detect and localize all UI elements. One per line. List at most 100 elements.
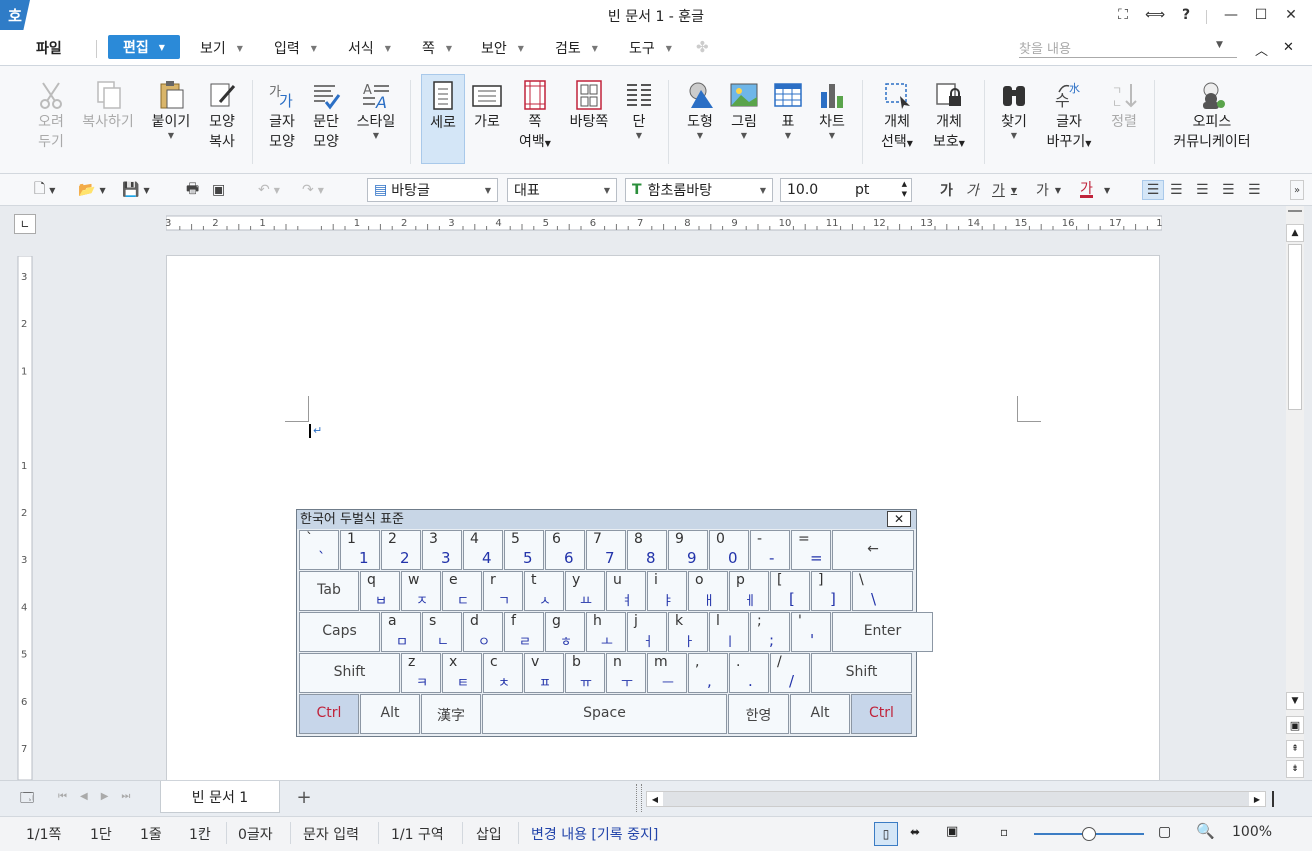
style-button[interactable]: AA 스타일 ▼ — [352, 74, 400, 166]
search-dropdown-icon[interactable]: ▼ — [1216, 40, 1223, 50]
keyboard-key[interactable]: 00 — [709, 530, 749, 570]
keyboard-key[interactable]: ,, — [688, 653, 728, 693]
splitter-handle[interactable] — [636, 784, 642, 812]
object-protect-button[interactable]: 개체 보호▼ — [926, 74, 972, 166]
tab-document[interactable]: 빈 문서 1 — [160, 781, 280, 813]
keyboard-key[interactable]: bㅠ — [565, 653, 605, 693]
language-combo[interactable]: 대표 ▼ — [507, 178, 617, 202]
page-view-button[interactable]: ▯ — [874, 822, 898, 846]
keyboard-title[interactable]: 한국어 두벌식 표준 — [297, 510, 916, 529]
menu-edit[interactable]: 편집 ▼ — [108, 35, 180, 59]
keyboard-key[interactable]: ;; — [750, 612, 790, 652]
zoom-in-icon[interactable]: ▢ — [1158, 824, 1171, 840]
keyboard-key[interactable]: 22 — [381, 530, 421, 570]
chevron-down-icon[interactable]: ▼ — [1104, 180, 1110, 200]
zoom-slider-thumb[interactable] — [1082, 827, 1096, 841]
horizontal-scrollbar[interactable]: ◀ ▶ — [646, 791, 1266, 807]
menu-view[interactable]: 보기 ▼ — [200, 36, 243, 60]
keyboard-key[interactable]: uㅕ — [606, 571, 646, 611]
minimize-button[interactable]: — — [1218, 4, 1244, 26]
vertical-scrollbar[interactable]: ▲ ▼ ▣ ⇞ ⇟ — [1286, 206, 1304, 780]
keyboard-key[interactable]: Shift — [299, 653, 400, 693]
bold-button[interactable]: 가 — [940, 180, 953, 200]
page-view-icon[interactable]: ▣ — [1286, 716, 1304, 734]
onscreen-keyboard[interactable]: 한국어 두벌식 표준 ✕ ` ` 1 1 2 2 3 3 4 4 5 5 6 6 7 7 8 8 9 9 0 0- - = = ←… — [296, 509, 933, 737]
keyboard-key[interactable]: Alt — [360, 694, 420, 734]
font-color-button[interactable]: 가 — [1080, 180, 1093, 198]
keyboard-key[interactable]: 한영 — [728, 694, 789, 734]
keyboard-key[interactable]: 66 — [545, 530, 585, 570]
search-input[interactable]: 찾을 내용 — [1019, 36, 1237, 58]
menu-tools[interactable]: 도구 ▼ — [629, 36, 672, 60]
keyboard-key[interactable]: = = — [791, 530, 831, 570]
keyboard-key[interactable]: lㅣ — [709, 612, 749, 652]
keyboard-key[interactable]: dㅇ — [463, 612, 503, 652]
split-handle-icon[interactable] — [1272, 791, 1282, 807]
keyboard-key[interactable]: qㅂ — [360, 571, 400, 611]
keyboard-key[interactable]: gㅎ — [545, 612, 585, 652]
align-justify-button[interactable]: ☰ — [1142, 180, 1164, 200]
keyboard-key[interactable]: nㅜ — [606, 653, 646, 693]
keyboard-key[interactable]: jㅓ — [627, 612, 667, 652]
split-icon[interactable]: ⟺ — [1142, 4, 1168, 26]
shape-copy-button[interactable]: 모양 복사 — [200, 74, 244, 166]
keyboard-key[interactable]: ← — [832, 530, 914, 570]
vertical-ruler[interactable]: 3 2 1 1 2 3 4 5 6 7 — [16, 255, 34, 781]
split-handle[interactable] — [1288, 210, 1302, 216]
save-icon[interactable]: 💾 ▼ — [122, 180, 150, 200]
add-tab-button[interactable]: + — [290, 786, 318, 808]
keyboard-key[interactable]: 33 — [422, 530, 462, 570]
keyboard-key[interactable]: Caps — [299, 612, 380, 652]
object-select-button[interactable]: 개체 선택▼ — [874, 74, 920, 166]
keyboard-key[interactable]: 88 — [627, 530, 667, 570]
font-combo[interactable]: T 함초롬바탕 ▼ — [625, 178, 773, 202]
shape-button[interactable]: 도형 ▼ — [680, 74, 720, 166]
size-stepper-icon[interactable]: ▲ ▼ — [902, 179, 907, 199]
keyboard-key[interactable]: 11 — [340, 530, 380, 570]
keyboard-key[interactable]: [[ — [770, 571, 810, 611]
keyboard-close-button[interactable]: ✕ — [887, 511, 911, 527]
undo-icon[interactable]: ↶ ▼ — [258, 180, 280, 200]
table-button[interactable]: 표 ▼ — [770, 74, 806, 166]
keyboard-key[interactable]: eㄷ — [442, 571, 482, 611]
keyboard-key[interactable]: Ctrl — [299, 694, 359, 734]
scroll-right-icon[interactable]: ▶ — [1249, 792, 1265, 806]
picture-button[interactable]: 그림 ▼ — [726, 74, 762, 166]
keyboard-key[interactable]: Space — [482, 694, 727, 734]
close-button[interactable]: ✕ — [1278, 4, 1304, 26]
page-margin-button[interactable]: 쪽 여백▼ — [512, 74, 558, 166]
prev-page-icon[interactable]: ⇞ — [1286, 740, 1304, 758]
cut-button[interactable]: 오려 두기 — [30, 74, 72, 166]
align-right-button[interactable]: ☰ — [1222, 180, 1235, 200]
keyboard-key[interactable]: Tab — [299, 571, 359, 611]
keyboard-key[interactable]: 漢字 — [421, 694, 481, 734]
align-center-button[interactable]: ☰ — [1196, 180, 1209, 200]
ruler-corner-icon[interactable]: ∟ — [14, 214, 36, 234]
keyboard-key[interactable]: ' ' — [791, 612, 831, 652]
magnifier-icon[interactable]: 🔍 — [1196, 822, 1215, 840]
column-button[interactable]: 단 ▼ — [620, 74, 658, 166]
keyboard-key[interactable]: .. — [729, 653, 769, 693]
maximize-button[interactable]: ☐ — [1248, 4, 1274, 26]
keyboard-key[interactable]: wㅈ — [401, 571, 441, 611]
redo-icon[interactable]: ↷ ▼ — [302, 180, 324, 200]
keyboard-key[interactable]: ]] — [811, 571, 851, 611]
ribbon-collapse-icon[interactable]: ︿ — [1255, 40, 1268, 59]
keyboard-key[interactable]: Ctrl — [851, 694, 912, 734]
sort-button[interactable]: ㄱㄴ 정렬 — [1104, 74, 1144, 166]
menu-format[interactable]: 서식 ▼ — [348, 36, 391, 60]
status-insert-mode[interactable]: 삽입 — [476, 824, 502, 844]
align-left-button[interactable]: ☰ — [1170, 180, 1183, 200]
open-folder-icon[interactable]: 📂 ▼ — [78, 180, 106, 200]
strikeout-button[interactable]: 가 ▼ — [1036, 180, 1061, 200]
scroll-up-icon[interactable]: ▲ — [1286, 224, 1304, 242]
zoom-level[interactable]: 100% — [1232, 824, 1272, 840]
horizontal-ruler[interactable]: 321123456789101112131415161718 — [165, 212, 1196, 234]
status-track-changes[interactable]: 변경 내용 [기록 중지] — [531, 824, 658, 844]
background-page-button[interactable]: 바탕쪽 — [564, 74, 614, 166]
tab-list-icon[interactable]: 🗔 — [20, 789, 34, 811]
find-button[interactable]: 찾기 ▼ — [994, 74, 1034, 166]
landscape-button[interactable]: 가로 — [468, 74, 506, 166]
portrait-button[interactable]: 세로 — [421, 74, 465, 164]
keyboard-key[interactable]: fㄹ — [504, 612, 544, 652]
